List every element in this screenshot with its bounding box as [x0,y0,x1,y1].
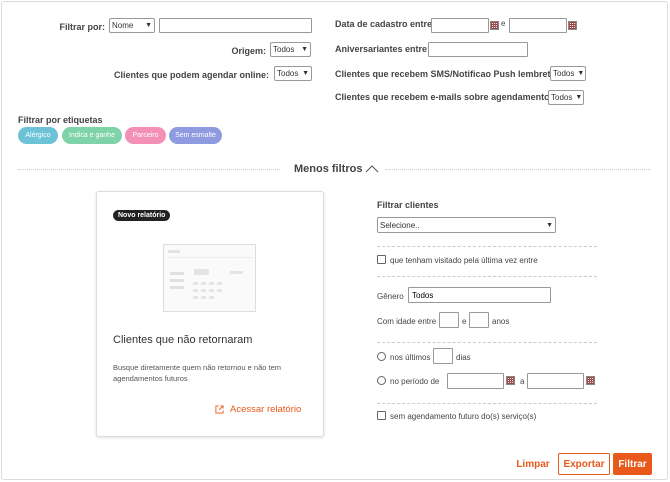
less-filters-label: Menos filtros [294,163,363,175]
chevron-down-icon: ▼ [575,94,583,101]
chevron-up-icon [366,165,379,173]
calendar-icon[interactable] [506,376,515,385]
tag-chip[interactable]: Sem esmalte [169,127,222,144]
no-future-checkbox[interactable] [377,411,386,420]
age-unit: anos [492,317,510,326]
filter-by-input[interactable] [159,18,312,33]
chevron-down-icon: ▼ [302,70,309,77]
age-min-input[interactable] [439,312,459,328]
online-select-value: Todos [277,69,299,78]
divider [377,246,597,247]
filter-by-label: Filtrar por: [59,22,105,32]
filter-panel: Filtrar por: Nome ▼ Origem: Todos ▼ Clie… [1,1,668,480]
sms-select[interactable]: Todos ▼ [550,66,586,81]
report-illustration [163,244,256,312]
last-days-label: nos últimos [390,353,431,362]
report-card: Novo relatório Clientes que não retornar… [96,191,324,437]
signup-end-input[interactable] [509,18,567,33]
period-and: a [520,377,525,386]
report-title: Clientes que não retornaram [113,334,253,346]
signup-date-label: Data de cadastro entre [335,19,433,29]
visited-checkbox[interactable] [377,255,386,264]
age-and: e [462,317,467,326]
filter-by-select[interactable]: Nome ▼ [109,18,155,33]
filter-by-select-value: Nome [112,21,134,30]
divider [377,276,597,277]
tag-chip[interactable]: Alérgico [18,127,58,144]
chevron-down-icon: ▼ [577,70,585,77]
new-report-badge: Novo relatório [113,210,171,221]
signup-and: e [501,19,506,28]
calendar-icon[interactable] [568,21,577,30]
age-label: Com idade entre [377,317,437,326]
origin-select-value: Todos [273,45,295,54]
filter-button[interactable]: Filtrar [613,453,652,475]
calendar-icon[interactable] [586,376,595,385]
gender-label: Gênero [377,292,404,301]
report-description: Busque diretamente quem não retornou e n… [113,363,282,383]
period-label: no período de [390,377,440,386]
chevron-down-icon: ▼ [301,46,308,53]
last-days-radio[interactable] [377,352,386,361]
email-label: Clientes que recebem e-mails sobre agend… [335,92,558,102]
client-filter-select[interactable]: Selecione.. ▼ [377,217,556,233]
birthday-label: Aniversariantes entre: [335,44,431,54]
no-future-label: sem agendamento futuro do(s) serviço(s) [390,412,537,421]
sms-select-value: Todos [553,69,575,78]
origin-label: Origem: [231,46,266,56]
access-report-link[interactable]: Acessar relatório [215,404,301,415]
external-link-icon [215,405,224,414]
export-button[interactable]: Exportar [558,453,610,475]
divider [377,342,597,343]
signup-start-input[interactable] [431,18,489,33]
period-radio[interactable] [377,376,386,385]
tags-title: Filtrar por etiquetas [18,115,103,125]
origin-select[interactable]: Todos ▼ [270,42,311,57]
client-filter-title: Filtrar clientes [377,200,439,210]
age-max-input[interactable] [469,312,489,328]
last-days-input[interactable] [433,348,453,364]
gender-input[interactable] [408,287,551,303]
client-filter-select-value: Selecione.. [380,220,420,230]
divider [18,169,280,170]
calendar-icon[interactable] [490,21,499,30]
chevron-down-icon: ▼ [145,22,152,29]
access-report-label: Acessar relatório [230,404,302,415]
chevron-down-icon: ▼ [546,221,553,229]
email-select[interactable]: Todos ▼ [548,90,584,105]
tag-chip[interactable]: Indica e ganhe [62,127,122,144]
sms-label: Clientes que recebem SMS/Notificao Push … [335,69,559,79]
divider [385,169,651,170]
last-days-unit: dias [456,353,471,362]
divider [377,403,597,404]
period-end-input[interactable] [527,373,584,389]
visited-label: que tenham visitado pela última vez entr… [390,256,538,265]
online-select[interactable]: Todos ▼ [274,66,312,81]
less-filters-toggle[interactable]: Menos filtros [294,163,379,175]
email-select-value: Todos [551,93,573,102]
tag-chip[interactable]: Parceiro [125,127,166,144]
clear-button[interactable]: Limpar [513,453,553,475]
online-label: Clientes que podem agendar online: [113,70,269,80]
birthday-input[interactable] [428,42,528,57]
period-start-input[interactable] [447,373,504,389]
